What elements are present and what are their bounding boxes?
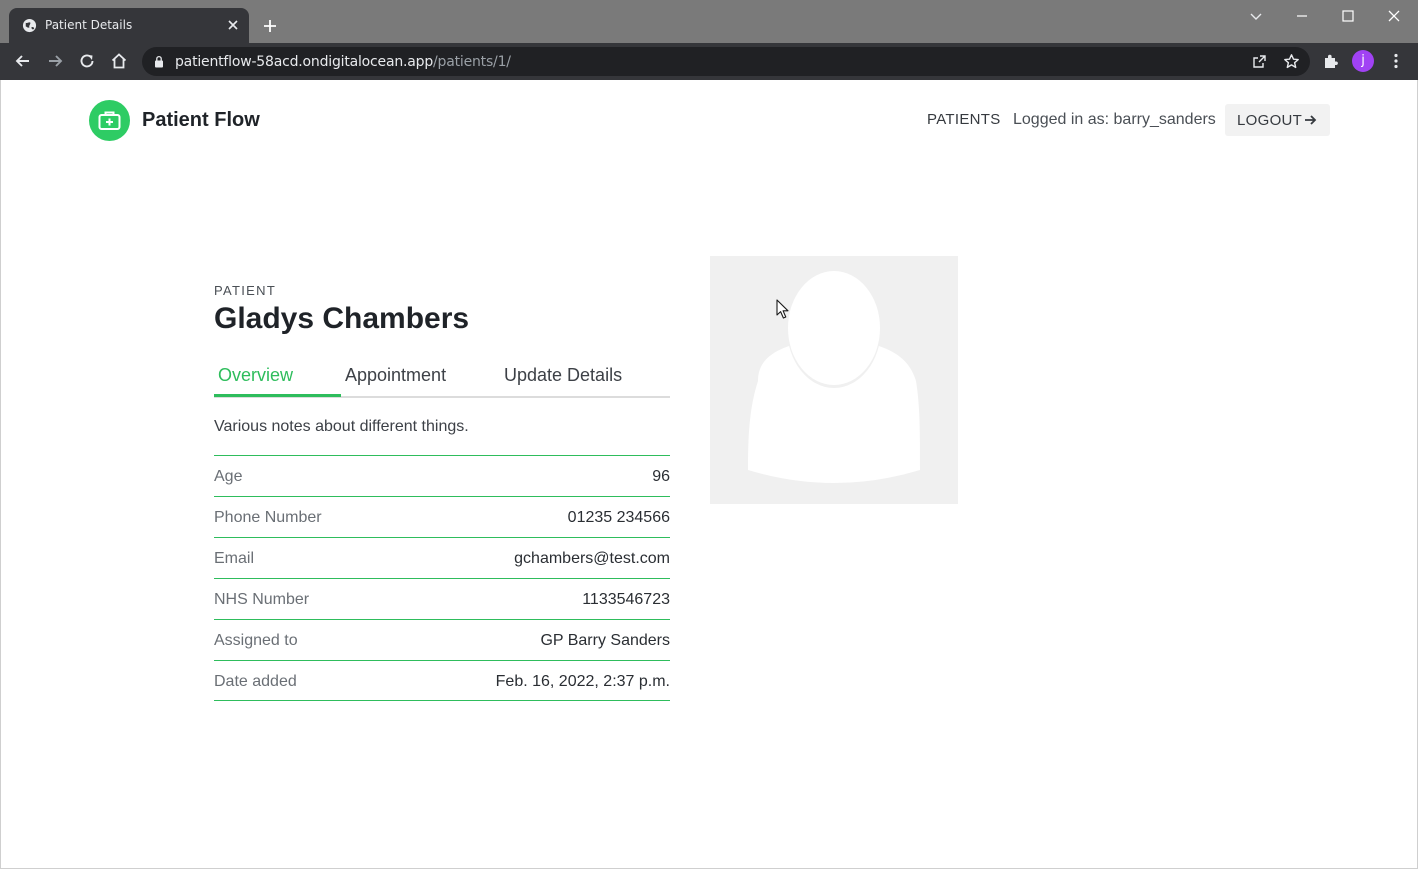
patient-eyebrow-label: PATIENT xyxy=(214,283,277,298)
browser-tab-title: Patient Details xyxy=(45,18,133,32)
browser-menu-icon[interactable] xyxy=(1386,51,1406,71)
tab-update-details[interactable]: Update Details xyxy=(504,365,622,386)
detail-label: Phone Number xyxy=(214,509,322,526)
maximize-icon[interactable] xyxy=(1340,8,1356,24)
url-text[interactable]: patientflow-58acd.ondigitalocean.app/pat… xyxy=(175,54,511,70)
patient-name-heading: Gladys Chambers xyxy=(214,302,470,335)
logged-in-user-text: Logged in as: barry_sanders xyxy=(1013,111,1216,128)
tab-search-icon[interactable] xyxy=(1248,8,1264,24)
detail-label: Age xyxy=(214,468,243,485)
brand-name[interactable]: Patient Flow xyxy=(142,109,260,132)
tab-overview[interactable]: Overview xyxy=(218,365,293,386)
detail-row-nhs-number: NHS Number 1133546723 xyxy=(214,578,670,619)
arrow-right-icon xyxy=(1305,115,1317,125)
logout-button[interactable]: LOGOUT xyxy=(1225,104,1330,136)
patient-avatar-placeholder xyxy=(710,256,958,504)
logout-button-label: LOGOUT xyxy=(1237,112,1303,129)
detail-row-date-added: Date added Feb. 16, 2022, 2:37 p.m. xyxy=(214,660,670,701)
detail-label: Email xyxy=(214,550,255,567)
detail-value: Feb. 16, 2022, 2:37 p.m. xyxy=(495,673,670,690)
browser-titlebar: Patient Details xyxy=(0,0,1418,43)
browser-tab[interactable]: Patient Details xyxy=(9,8,249,43)
lock-icon[interactable] xyxy=(154,55,164,68)
detail-value: 01235 234566 xyxy=(567,509,670,526)
browser-toolbar: patientflow-58acd.ondigitalocean.app/pat… xyxy=(0,43,1418,80)
mouse-cursor-icon xyxy=(776,299,789,319)
detail-row-email: Email gchambers@test.com xyxy=(214,537,670,578)
close-window-icon[interactable] xyxy=(1386,8,1402,24)
tab-appointment[interactable]: Appointment xyxy=(345,365,446,386)
globe-icon xyxy=(22,18,37,33)
detail-label: Assigned to xyxy=(214,632,298,649)
detail-value: 96 xyxy=(652,468,670,485)
detail-row-assigned-to: Assigned to GP Barry Sanders xyxy=(214,619,670,660)
detail-row-phone: Phone Number 01235 234566 xyxy=(214,496,670,537)
detail-label: NHS Number xyxy=(214,591,310,608)
share-icon[interactable] xyxy=(1251,53,1268,70)
home-icon[interactable] xyxy=(109,51,129,71)
minimize-icon[interactable] xyxy=(1294,8,1310,24)
back-icon[interactable] xyxy=(13,51,33,71)
detail-row-age: Age 96 xyxy=(214,455,670,496)
medical-briefcase-icon xyxy=(98,111,121,130)
patient-tabs: Overview Appointment Update Details xyxy=(214,362,670,398)
reload-icon[interactable] xyxy=(77,51,97,71)
url-path: /patients/1/ xyxy=(433,54,511,70)
url-host: patientflow-58acd.ondigitalocean.app xyxy=(175,54,434,70)
page-content: Patient Flow PATIENTS Logged in as: barr… xyxy=(0,80,1418,869)
brand-logo[interactable] xyxy=(89,100,130,141)
new-tab-icon[interactable] xyxy=(261,17,279,35)
extensions-puzzle-icon[interactable] xyxy=(1321,51,1341,71)
nav-patients-link[interactable]: PATIENTS xyxy=(927,111,1001,128)
person-silhouette-icon xyxy=(748,268,920,483)
address-bar[interactable]: patientflow-58acd.ondigitalocean.app/pat… xyxy=(142,47,1310,76)
bookmark-star-icon[interactable] xyxy=(1283,53,1300,70)
detail-label: Date added xyxy=(214,673,297,690)
profile-avatar[interactable]: j xyxy=(1352,50,1374,72)
close-tab-icon[interactable] xyxy=(225,17,241,33)
detail-value: 1133546723 xyxy=(582,591,670,608)
patient-notes: Various notes about different things. xyxy=(214,418,469,435)
patient-details-table: Age 96 Phone Number 01235 234566 Email g… xyxy=(214,455,670,701)
detail-value: GP Barry Sanders xyxy=(540,632,670,649)
forward-icon[interactable] xyxy=(45,51,65,71)
active-tab-indicator xyxy=(214,394,341,397)
detail-value: gchambers@test.com xyxy=(514,550,670,567)
